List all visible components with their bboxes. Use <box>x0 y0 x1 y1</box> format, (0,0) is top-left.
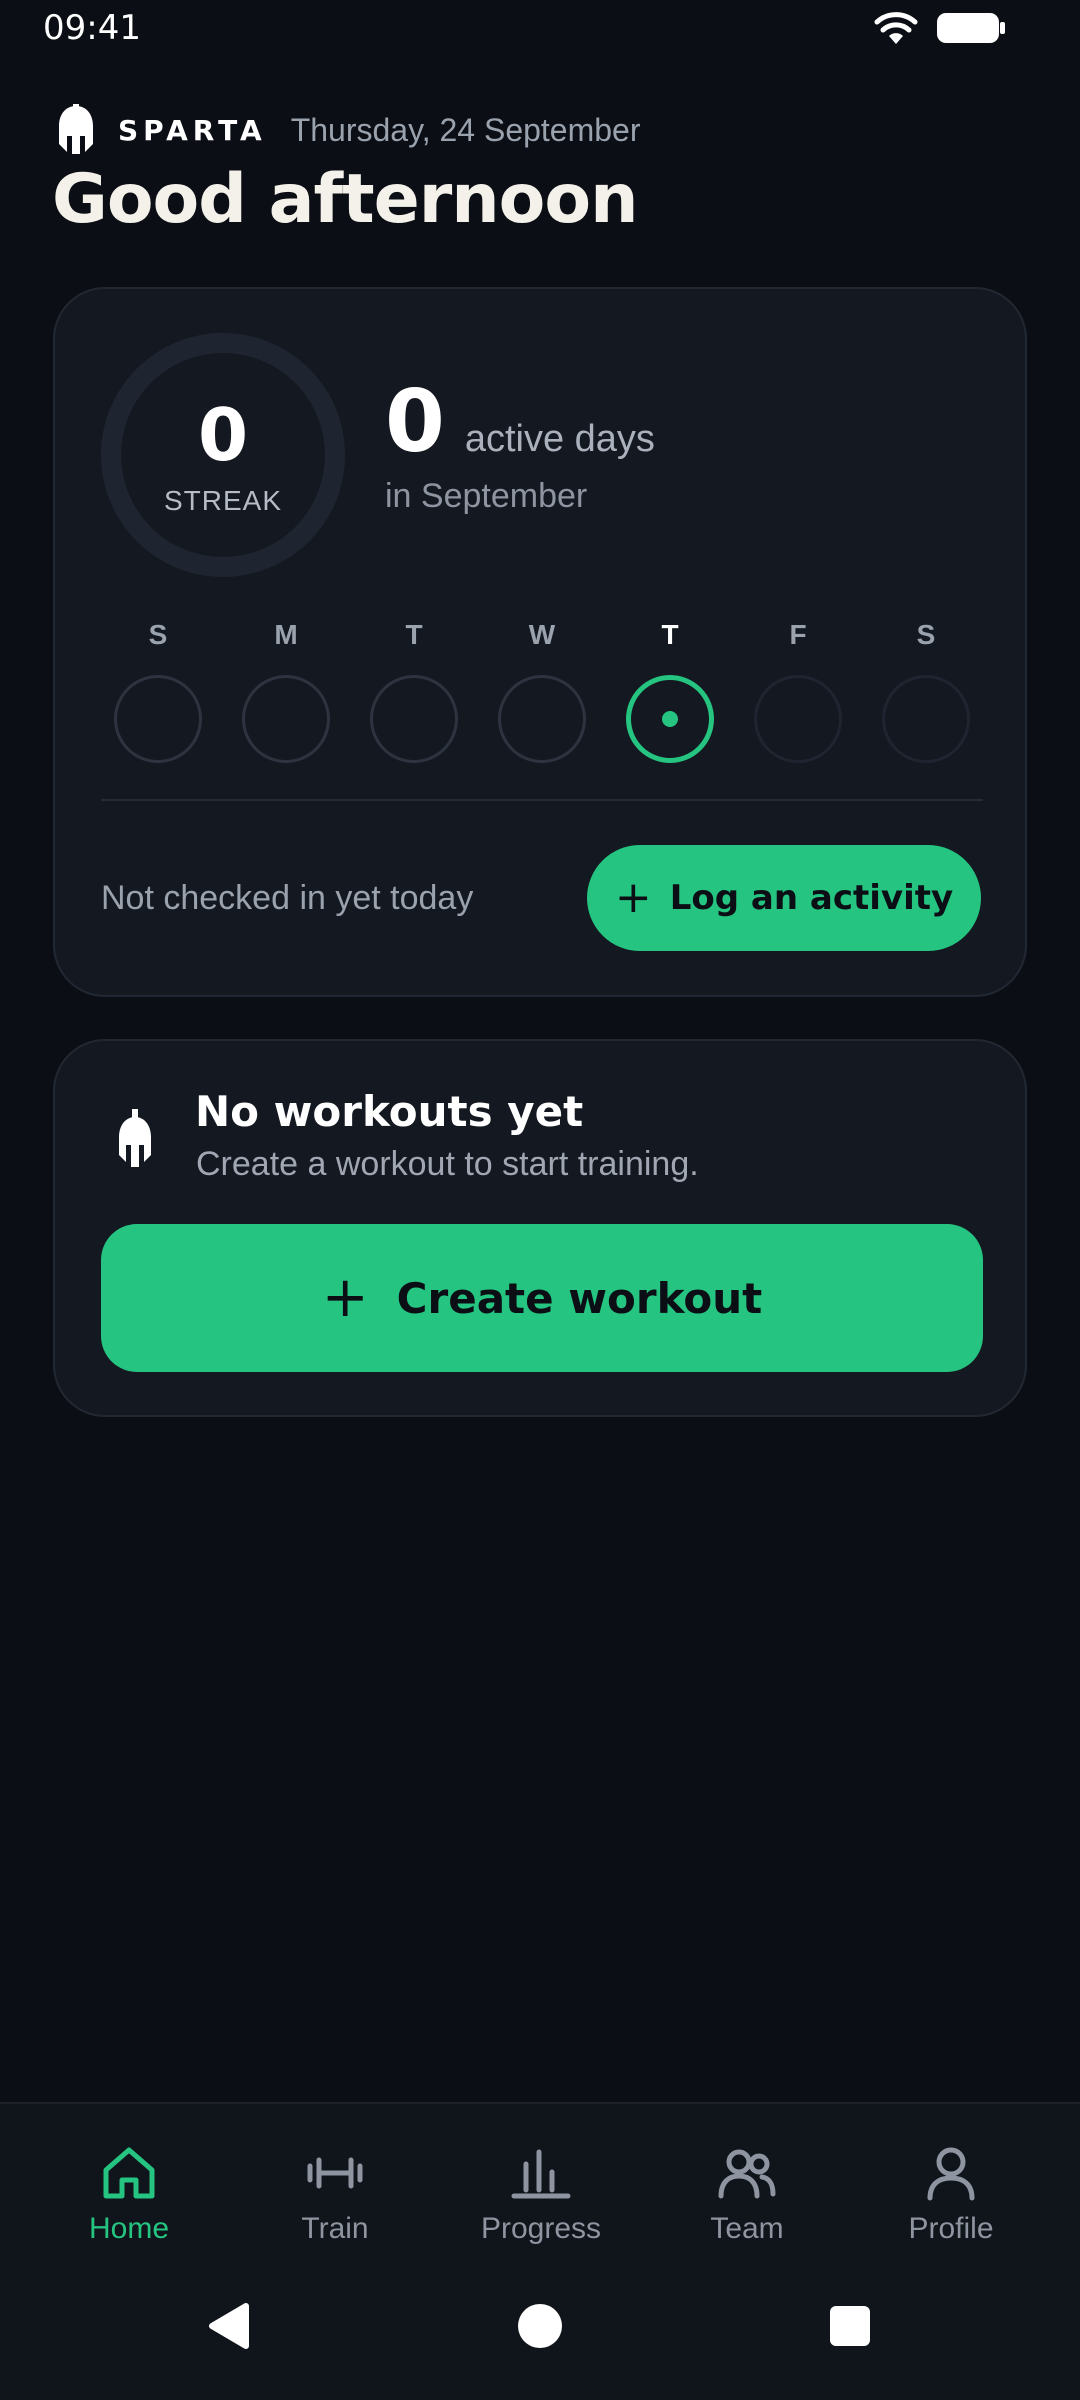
greeting-title: Good afternoon <box>52 160 638 239</box>
wifi-icon <box>874 12 918 44</box>
header-date: Thursday, 24 September <box>290 111 641 148</box>
day-wednesday[interactable]: W <box>497 619 587 763</box>
day-letter: S <box>148 619 168 650</box>
day-circle <box>882 675 970 763</box>
nav-progress[interactable]: Progress <box>441 2142 641 2246</box>
today-circle <box>626 675 714 763</box>
status-time: 09:41 <box>43 8 141 48</box>
status-icons <box>874 10 1006 46</box>
today-dot <box>662 711 678 727</box>
active-days-label: active days <box>464 418 655 460</box>
day-letter: F <box>789 619 807 650</box>
dumbbell-icon <box>307 2157 363 2189</box>
day-monday[interactable]: M <box>241 619 331 763</box>
brand-name: SPARTA <box>118 113 267 147</box>
nav-team[interactable]: Team <box>647 2142 847 2246</box>
recents-icon[interactable] <box>828 2302 872 2350</box>
checkin-status: Not checked in yet today <box>101 879 474 917</box>
divider <box>101 799 983 801</box>
day-circle <box>114 675 202 763</box>
day-circle <box>498 675 586 763</box>
day-letter: M <box>274 619 298 650</box>
day-letter: T <box>405 619 423 650</box>
day-letter: T <box>661 619 679 650</box>
bottom-nav: Home Train Progress Team Profile <box>0 2102 1080 2400</box>
home-icon <box>103 2147 155 2199</box>
day-circle <box>242 675 330 763</box>
day-letter: S <box>916 619 936 650</box>
plus-icon: + <box>321 1265 369 1330</box>
day-friday: F <box>753 619 843 763</box>
profile-icon <box>927 2147 975 2201</box>
day-circle <box>370 675 458 763</box>
streak-card: 0 STREAK 0 active days in September S M … <box>53 287 1027 997</box>
nav-label: Progress <box>480 2212 602 2245</box>
empty-state-title: No workouts yet <box>195 1087 584 1136</box>
nav-label: Train <box>301 2212 369 2245</box>
day-saturday: S <box>881 619 971 763</box>
back-icon[interactable] <box>206 2302 250 2350</box>
nav-label: Home <box>88 2212 170 2245</box>
day-sunday[interactable]: S <box>113 619 203 763</box>
bar-chart-icon <box>511 2149 571 2199</box>
nav-label: Profile <box>908 2212 994 2245</box>
create-workout-button[interactable]: + Create workout <box>101 1224 983 1372</box>
log-activity-button[interactable]: + Log an activity <box>587 845 981 951</box>
spartan-helmet-icon <box>59 104 93 154</box>
empty-state-subtitle: Create a workout to start training. <box>196 1145 699 1183</box>
create-workout-label: Create workout <box>396 1273 763 1323</box>
nav-profile[interactable]: Profile <box>851 2142 1051 2246</box>
nav-train[interactable]: Train <box>235 2142 435 2246</box>
brand-row: SPARTA Thursday, 24 September <box>54 100 641 160</box>
battery-icon <box>937 13 1005 43</box>
home-circle-icon[interactable] <box>517 2302 563 2350</box>
spartan-helmet-icon <box>119 1109 151 1167</box>
status-bar: 09:41 <box>0 0 1080 60</box>
streak-label: STREAK <box>163 485 283 516</box>
plus-icon: + <box>614 872 652 923</box>
nav-home[interactable]: Home <box>29 2142 229 2246</box>
system-nav-bar <box>0 2302 1080 2382</box>
week-tracker: S M T W T F S <box>113 619 981 763</box>
nav-label: Team <box>710 2212 784 2245</box>
active-days-month: in September <box>385 477 588 515</box>
team-icon <box>718 2149 776 2199</box>
day-letter: W <box>528 619 556 650</box>
day-circle <box>754 675 842 763</box>
streak-value: 0 <box>197 393 249 477</box>
active-days-block: 0 active days in September <box>385 379 655 516</box>
active-days-count: 0 <box>385 372 445 472</box>
workout-card: No workouts yet Create a workout to star… <box>53 1039 1027 1417</box>
log-activity-label: Log an activity <box>669 878 954 918</box>
day-thursday-today[interactable]: T <box>625 619 715 763</box>
day-tuesday[interactable]: T <box>369 619 459 763</box>
streak-ring: 0 STREAK <box>101 333 345 577</box>
